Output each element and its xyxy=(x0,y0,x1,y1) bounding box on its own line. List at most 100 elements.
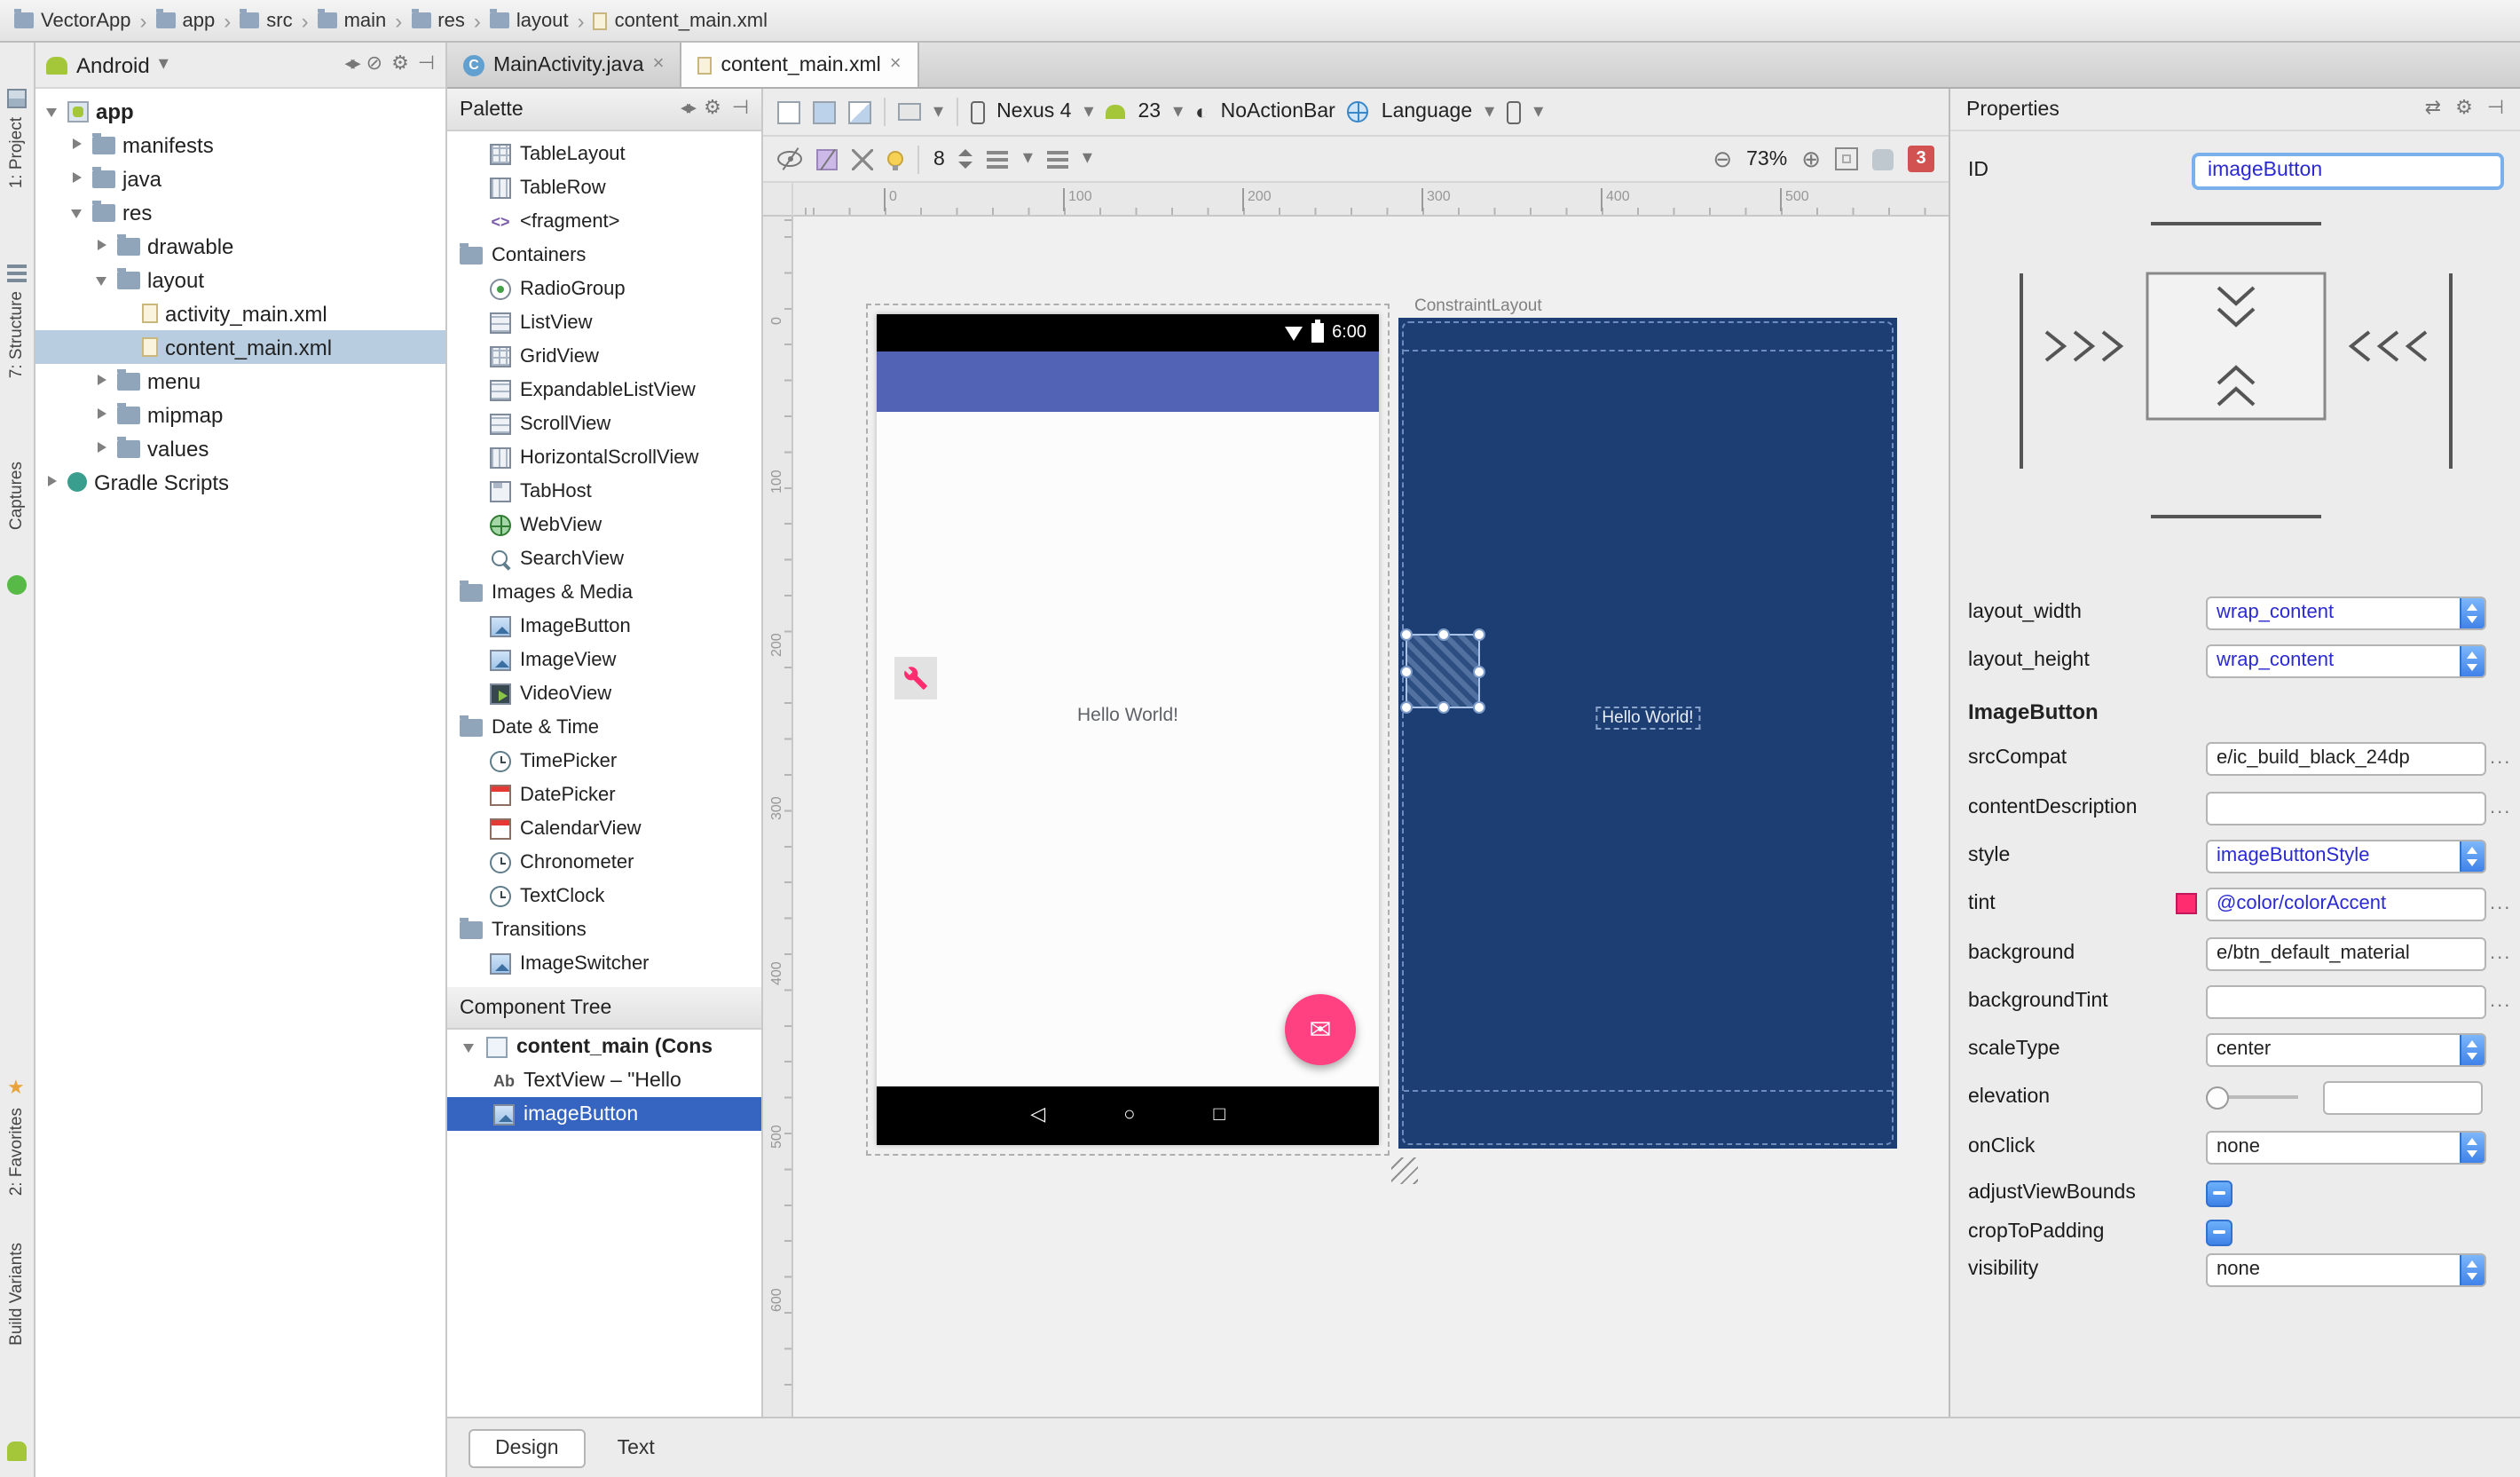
resize-handle[interactable] xyxy=(1473,628,1485,641)
tree-item-menu[interactable]: menu xyxy=(35,364,445,398)
croptopadding-checkbox[interactable] xyxy=(2206,1219,2233,1245)
breadcrumb-item-main[interactable]: main xyxy=(317,9,386,31)
palette-item-textclock[interactable]: TextClock xyxy=(447,879,761,912)
hello-world-text[interactable]: Hello World! xyxy=(1595,707,1701,730)
autoconnect-icon[interactable] xyxy=(816,148,838,170)
chevron-down-icon[interactable] xyxy=(94,272,110,288)
api-selector[interactable]: 23 xyxy=(1138,101,1162,122)
palette-item-fragment[interactable]: <fragment> xyxy=(447,204,761,238)
palette-item-timepicker[interactable]: TimePicker xyxy=(447,744,761,778)
tab-content-main[interactable]: content_main.xml xyxy=(681,43,919,87)
breadcrumb-item-src[interactable]: src xyxy=(240,9,293,31)
tree-item-layout[interactable]: layout xyxy=(35,263,445,296)
breadcrumb-item-project[interactable]: VectorApp xyxy=(14,9,131,31)
clear-constraints-icon[interactable] xyxy=(852,148,873,170)
hide-panel-icon[interactable] xyxy=(2487,99,2504,119)
project-tool-icon[interactable] xyxy=(7,89,27,108)
resize-handle[interactable] xyxy=(1400,628,1413,641)
design-surface[interactable]: 6:00 Hello World! ConstraintLayout xyxy=(793,217,1949,1417)
component-item-imagebutton[interactable]: imageButton xyxy=(447,1097,761,1131)
palette-item-calendarview[interactable]: CalendarView xyxy=(447,811,761,845)
combo-stepper-icon[interactable] xyxy=(2460,1132,2485,1162)
palette-item-searchview[interactable]: SearchView xyxy=(447,541,761,575)
palette-item-gridview[interactable]: GridView xyxy=(447,339,761,373)
breadcrumb-item-app[interactable]: app xyxy=(155,9,215,31)
chevron-right-icon[interactable] xyxy=(69,170,85,186)
resize-handle[interactable] xyxy=(1473,701,1485,714)
onclick-combo[interactable]: none xyxy=(2206,1130,2486,1164)
palette-item-horizontalscrollview[interactable]: HorizontalScrollView xyxy=(447,440,761,474)
chevron-down-icon[interactable] xyxy=(69,204,85,220)
tree-item-manifests[interactable]: manifests xyxy=(35,128,445,162)
constraint-widget[interactable] xyxy=(1982,202,2490,557)
visibility-combo[interactable]: none xyxy=(2206,1252,2486,1286)
tree-item-gradle-scripts[interactable]: Gradle Scripts xyxy=(35,465,445,499)
more-button[interactable]: ... xyxy=(2490,943,2511,964)
palette-item-scrollview[interactable]: ScrollView xyxy=(447,407,761,440)
project-view-selector[interactable]: Android xyxy=(76,52,150,77)
palette-item-expandablelistview[interactable]: ExpandableListView xyxy=(447,373,761,407)
constraint-anchor[interactable] xyxy=(1437,628,1450,641)
hello-world-text[interactable]: Hello World! xyxy=(877,705,1379,726)
rotate-device-icon[interactable] xyxy=(1507,100,1522,123)
constraint-anchor[interactable] xyxy=(1437,701,1450,714)
palette-view-icon[interactable] xyxy=(681,99,693,119)
selected-imagebutton[interactable] xyxy=(1400,628,1485,714)
zoom-to-fit-icon[interactable] xyxy=(1835,147,1858,170)
tree-item-content-main[interactable]: content_main.xml xyxy=(35,330,445,364)
blueprint-view[interactable]: ConstraintLayout Hello World! xyxy=(1398,296,1897,1149)
palette-section-transitions[interactable]: Transitions xyxy=(447,912,761,946)
component-item-root[interactable]: content_main (Cons xyxy=(447,1030,761,1063)
imagebutton-widget[interactable] xyxy=(894,657,937,699)
color-swatch[interactable] xyxy=(2176,893,2197,914)
tab-mainactivity[interactable]: MainActivity.java xyxy=(447,43,682,87)
infer-constraints-icon[interactable] xyxy=(887,151,903,170)
tool-button-captures[interactable]: Captures xyxy=(7,462,27,530)
palette-item-tablelayout[interactable]: TableLayout xyxy=(447,137,761,170)
gear-icon[interactable] xyxy=(704,99,721,119)
tool-button-favorites[interactable]: 2: Favorites xyxy=(7,1108,27,1196)
tool-button-structure[interactable]: 7: Structure xyxy=(7,291,27,378)
palette-item-imageview[interactable]: ImageView xyxy=(447,643,761,676)
pack-icon[interactable] xyxy=(1046,150,1068,168)
switch-view-icon[interactable] xyxy=(345,55,358,75)
align-icon[interactable] xyxy=(987,150,1009,168)
breadcrumb-item-res[interactable]: res xyxy=(411,9,465,31)
close-icon[interactable] xyxy=(890,55,902,75)
orientation-icon[interactable] xyxy=(898,103,921,121)
background-field[interactable]: e/btn_default_material xyxy=(2206,936,2486,970)
combo-stepper-icon[interactable] xyxy=(2460,841,2485,871)
structure-tool-icon[interactable] xyxy=(7,263,27,282)
srccompat-field[interactable]: e/ic_build_black_24dp xyxy=(2206,741,2486,775)
chevron-right-icon[interactable] xyxy=(94,440,110,456)
design-view-device[interactable]: 6:00 Hello World! xyxy=(877,314,1379,1145)
chevron-down-icon[interactable] xyxy=(44,103,60,119)
collapse-panel-icon[interactable] xyxy=(732,99,749,119)
design-mode-icon[interactable] xyxy=(777,100,800,123)
combo-stepper-icon[interactable] xyxy=(2460,1254,2485,1284)
tool-button-build-variants[interactable]: Build Variants xyxy=(7,1243,27,1346)
breadcrumb-item-file[interactable]: content_main.xml xyxy=(593,10,768,31)
close-icon[interactable] xyxy=(653,55,665,75)
palette-item-webview[interactable]: WebView xyxy=(447,508,761,541)
gear-icon[interactable] xyxy=(391,55,409,75)
tree-item-values[interactable]: values xyxy=(35,431,445,465)
captures-tool-icon[interactable] xyxy=(7,575,27,595)
chevron-right-icon[interactable] xyxy=(94,407,110,423)
constraint-anchor[interactable] xyxy=(1473,666,1485,678)
palette-item-imageswitcher[interactable]: ImageSwitcher xyxy=(447,946,761,980)
combo-stepper-icon[interactable] xyxy=(2460,645,2485,675)
component-item-textview[interactable]: TextView – "Hello xyxy=(447,1063,761,1097)
tree-item-res[interactable]: res xyxy=(35,195,445,229)
tab-design[interactable]: Design xyxy=(469,1428,586,1467)
palette-item-radiogroup[interactable]: RadioGroup xyxy=(447,272,761,305)
language-selector[interactable]: Language xyxy=(1382,101,1472,122)
chevron-right-icon[interactable] xyxy=(44,474,60,490)
layout-height-combo[interactable]: wrap_content xyxy=(2206,644,2486,677)
tree-item-app[interactable]: app xyxy=(35,94,445,128)
palette-item-tablerow[interactable]: TableRow xyxy=(447,170,761,204)
resize-handle[interactable] xyxy=(1391,1157,1418,1184)
pan-icon[interactable] xyxy=(1872,148,1894,170)
breadcrumb-item-layout[interactable]: layout xyxy=(489,9,569,31)
more-button[interactable]: ... xyxy=(2490,747,2511,769)
